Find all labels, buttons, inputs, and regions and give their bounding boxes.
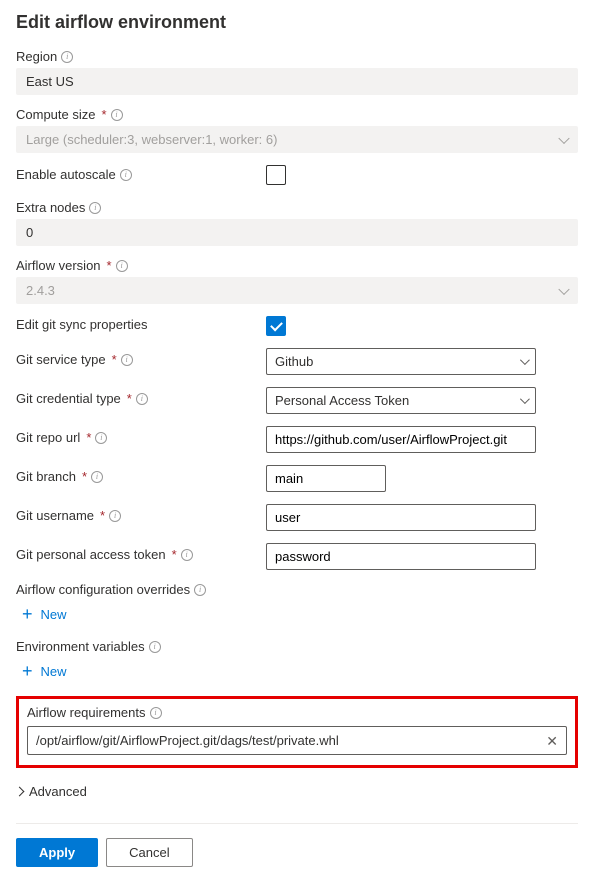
git-repo-url-input[interactable] [266, 426, 536, 453]
git-service-type-select[interactable]: Github [266, 348, 536, 375]
info-icon[interactable]: i [121, 354, 133, 366]
info-icon[interactable]: i [61, 51, 73, 63]
field-env-vars: Environment variables i + New [16, 639, 578, 684]
footer: Apply Cancel [16, 838, 578, 867]
field-airflow-config-overrides: Airflow configuration overrides i + New [16, 582, 578, 627]
label-extra-nodes: Extra nodes [16, 200, 85, 215]
info-icon[interactable]: i [136, 393, 148, 405]
info-icon[interactable]: i [149, 641, 161, 653]
required-marker: * [101, 107, 106, 122]
info-icon[interactable]: i [116, 260, 128, 272]
label-git-repo-url: Git repo url [16, 430, 80, 445]
label-git-username: Git username [16, 508, 94, 523]
label-git-branch: Git branch [16, 469, 76, 484]
add-env-var-button[interactable]: + New [16, 658, 73, 684]
add-config-override-button[interactable]: + New [16, 601, 73, 627]
info-icon[interactable]: i [181, 549, 193, 561]
info-icon[interactable]: i [194, 584, 206, 596]
git-username-input[interactable] [266, 504, 536, 531]
advanced-toggle[interactable]: Advanced [16, 778, 87, 805]
region-value: East US [16, 68, 578, 95]
git-pat-input[interactable] [266, 543, 536, 570]
field-git-branch: Git branch * i [16, 465, 578, 492]
label-airflow-config-overrides: Airflow configuration overrides [16, 582, 190, 597]
airflow-requirements-value: /opt/airflow/git/AirflowProject.git/dags… [36, 733, 538, 748]
field-compute-size: Compute size * i Large (scheduler:3, web… [16, 107, 578, 153]
git-credential-type-select[interactable]: Personal Access Token [266, 387, 536, 414]
label-compute-size: Compute size [16, 107, 95, 122]
required-marker: * [112, 352, 117, 367]
field-git-username: Git username * i [16, 504, 578, 531]
info-icon[interactable]: i [120, 169, 132, 181]
label-env-vars: Environment variables [16, 639, 145, 654]
extra-nodes-value: 0 [16, 219, 578, 246]
info-icon[interactable]: i [109, 510, 121, 522]
info-icon[interactable]: i [111, 109, 123, 121]
select-value: Personal Access Token [275, 393, 409, 408]
new-label: New [41, 607, 67, 622]
label-edit-git-sync: Edit git sync properties [16, 317, 148, 332]
page-title: Edit airflow environment [16, 12, 578, 33]
apply-button[interactable]: Apply [16, 838, 98, 867]
cancel-button[interactable]: Cancel [106, 838, 192, 867]
label-airflow-requirements: Airflow requirements [27, 705, 146, 720]
info-icon[interactable]: i [150, 707, 162, 719]
field-airflow-version: Airflow version * i 2.4.3 [16, 258, 578, 304]
field-git-pat: Git personal access token * i [16, 543, 578, 570]
chevron-down-icon [520, 355, 530, 365]
divider [16, 823, 578, 824]
info-icon[interactable]: i [95, 432, 107, 444]
label-enable-autoscale: Enable autoscale [16, 167, 116, 182]
field-extra-nodes: Extra nodes i 0 [16, 200, 578, 246]
field-git-service-type: Git service type * i Github [16, 348, 578, 375]
required-marker: * [172, 547, 177, 562]
required-marker: * [127, 391, 132, 406]
label-git-pat: Git personal access token [16, 547, 166, 562]
info-icon[interactable]: i [89, 202, 101, 214]
label-region: Region [16, 49, 57, 64]
field-git-repo-url: Git repo url * i [16, 426, 578, 453]
required-marker: * [107, 258, 112, 273]
required-marker: * [82, 469, 87, 484]
required-marker: * [86, 430, 91, 445]
field-edit-git-sync: Edit git sync properties [16, 316, 578, 336]
git-branch-input[interactable] [266, 465, 386, 492]
info-icon[interactable]: i [91, 471, 103, 483]
clear-icon[interactable]: ✕ [546, 734, 558, 748]
compute-size-select: Large (scheduler:3, webserver:1, worker:… [16, 126, 578, 153]
enable-autoscale-checkbox[interactable] [266, 165, 286, 185]
edit-git-sync-checkbox[interactable] [266, 316, 286, 336]
label-git-service-type: Git service type [16, 352, 106, 367]
airflow-requirements-highlight: Airflow requirements i /opt/airflow/git/… [16, 696, 578, 768]
new-label: New [41, 664, 67, 679]
plus-icon: + [22, 662, 33, 680]
required-marker: * [100, 508, 105, 523]
select-value: Github [275, 354, 313, 369]
airflow-requirements-input[interactable]: /opt/airflow/git/AirflowProject.git/dags… [27, 726, 567, 755]
label-airflow-version: Airflow version [16, 258, 101, 273]
plus-icon: + [22, 605, 33, 623]
advanced-label: Advanced [29, 784, 87, 799]
airflow-version-select: 2.4.3 [16, 277, 578, 304]
field-git-credential-type: Git credential type * i Personal Access … [16, 387, 578, 414]
label-git-credential-type: Git credential type [16, 391, 121, 406]
chevron-down-icon [520, 394, 530, 404]
field-enable-autoscale: Enable autoscale i [16, 165, 578, 188]
field-region: Region i East US [16, 49, 578, 95]
chevron-right-icon [15, 787, 25, 797]
